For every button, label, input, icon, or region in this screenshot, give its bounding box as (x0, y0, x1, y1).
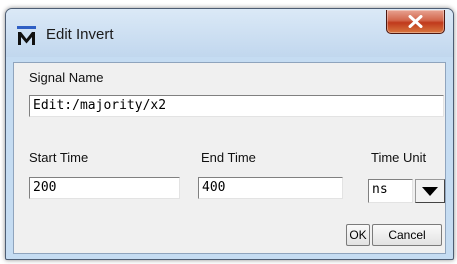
start-time-field[interactable]: 200 (29, 177, 180, 199)
end-time-field[interactable]: 400 (198, 177, 343, 199)
start-time-label: Start Time (29, 150, 89, 165)
ok-button[interactable]: OK (346, 224, 370, 246)
close-button[interactable] (386, 10, 445, 34)
window-title: Edit Invert (46, 26, 114, 43)
time-unit-field[interactable]: ns (368, 179, 413, 203)
m-logo-icon (17, 26, 36, 46)
triangle-down-icon (422, 187, 438, 196)
end-time-label: End Time (201, 150, 256, 165)
time-unit-dropdown-button[interactable] (415, 179, 445, 203)
signal-name-label: Signal Name (29, 70, 104, 85)
signal-name-field[interactable]: Edit:/majority/x2 (29, 95, 444, 117)
close-icon (408, 15, 423, 28)
time-unit-label: Time Unit (371, 150, 427, 165)
cancel-button[interactable]: Cancel (372, 224, 442, 246)
